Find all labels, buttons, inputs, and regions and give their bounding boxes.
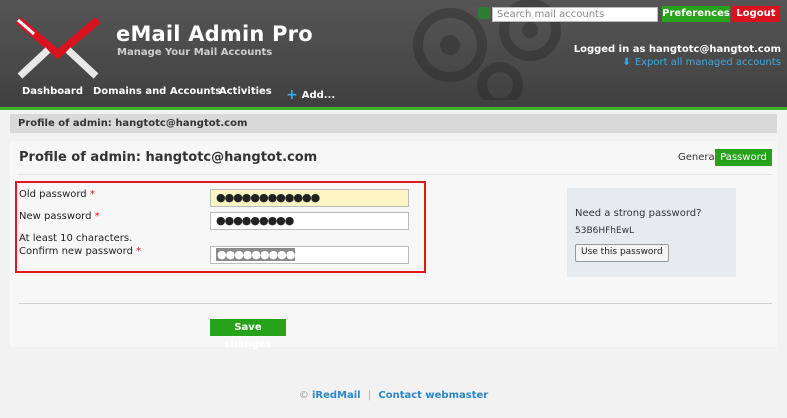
breadcrumb: Profile of admin: hangtotc@hangtot.com — [10, 114, 777, 133]
old-password-input[interactable]: ●●●●●●●●●●●● — [210, 189, 409, 207]
nav-item-activities[interactable]: Activities — [219, 86, 272, 97]
logo-envelope-icon — [15, 16, 101, 79]
confirm-password-label: Confirm new password * — [19, 246, 141, 257]
new-password-label: New password * — [19, 211, 100, 222]
new-password-input[interactable]: ●●●●●●●●● — [210, 212, 409, 230]
nav-item-domains-and-accounts[interactable]: Domains and Accounts — [93, 86, 221, 97]
footer-separator: | — [367, 390, 372, 401]
panel-divider — [17, 174, 772, 175]
confirm-password-label-text: Confirm new password — [19, 246, 133, 257]
copyright-mark: © — [298, 390, 309, 401]
use-password-button[interactable]: Use this password — [575, 244, 669, 262]
plus-icon: + — [286, 87, 298, 103]
required-mark: * — [94, 211, 100, 222]
password-suggestion-box: Need a strong password? 53B6HFhEwL Use t… — [567, 188, 736, 277]
suggested-password: 53B6HFhEwL — [575, 226, 635, 236]
confirm-password-input[interactable]: ●●●●●●●●● — [210, 246, 409, 264]
header: eMail Admin Pro Manage Your Mail Account… — [0, 0, 787, 107]
preferences-button[interactable]: Preferences — [662, 6, 730, 22]
brand-subtitle: Manage Your Mail Accounts — [117, 47, 273, 58]
new-password-label-text: New password — [19, 211, 92, 222]
export-accounts-link[interactable]: ⬇ Export all managed accounts — [622, 57, 781, 68]
suggestion-title: Need a strong password? — [575, 208, 702, 219]
tab-password[interactable]: Password — [715, 149, 772, 166]
contact-webmaster-link[interactable]: Contact webmaster — [378, 390, 488, 401]
export-accounts-label: Export all managed accounts — [634, 57, 781, 68]
search-icon[interactable] — [478, 7, 490, 19]
required-mark: * — [136, 246, 142, 257]
download-icon: ⬇ — [622, 57, 631, 68]
old-password-label-text: Old password — [19, 189, 87, 200]
required-mark: * — [89, 189, 95, 200]
nav-item-dashboard[interactable]: Dashboard — [22, 86, 83, 97]
nav-item-add[interactable]: + Add... — [286, 86, 336, 103]
nav-add-label: Add... — [301, 90, 336, 101]
header-accent-line — [0, 107, 787, 110]
form-divider — [19, 303, 772, 304]
confirm-password-selected-text: ●●●●●●●●● — [216, 248, 295, 261]
logged-in-text: Logged in as hangtotc@hangtot.com — [573, 44, 781, 55]
old-password-label: Old password * — [19, 189, 95, 200]
search-input[interactable]: Search mail accounts — [492, 7, 658, 22]
tab-general[interactable]: General — [678, 152, 717, 163]
logout-button[interactable]: Logout — [732, 6, 780, 22]
password-hint: At least 10 characters. — [19, 233, 133, 244]
iredmail-link[interactable]: iRedMail — [312, 390, 361, 401]
brand-title: eMail Admin Pro — [116, 22, 313, 46]
profile-panel: Profile of admin: hangtotc@hangtot.com G… — [10, 141, 777, 350]
footer: © iRedMail | Contact webmaster — [0, 390, 787, 401]
save-changes-button[interactable]: Save changes — [210, 319, 286, 350]
page-title: Profile of admin: hangtotc@hangtot.com — [19, 150, 318, 165]
